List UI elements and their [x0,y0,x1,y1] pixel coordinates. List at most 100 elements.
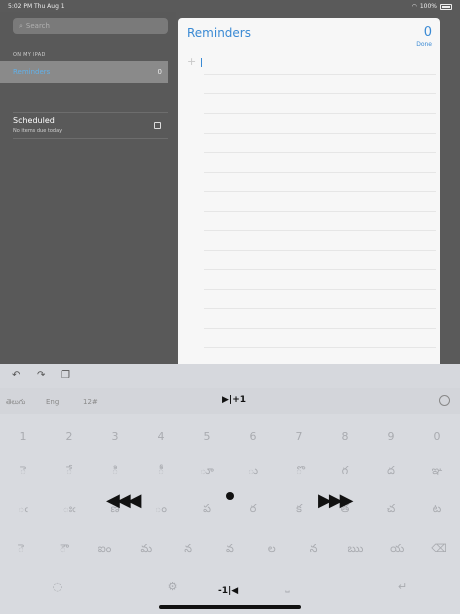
key[interactable]: 1 [7,430,39,443]
lang-telugu[interactable]: తెలుగు [6,398,25,408]
cursor-center-dot[interactable] [226,492,234,500]
reminder-count: 0 [423,25,432,40]
scheduled-subtitle: No items due today [13,128,63,134]
divider [13,112,168,113]
row-rule [204,191,436,192]
sidebar-item-reminders[interactable]: Reminders 0 [0,61,168,83]
key[interactable]: 7 [283,430,315,443]
row-rule [204,289,436,290]
row-rule [204,172,436,173]
backspace-icon[interactable]: ⌫ [423,542,455,558]
key[interactable]: 9 [375,430,407,443]
key[interactable]: ం [145,502,177,518]
key[interactable]: 6 [237,430,269,443]
keyboard-toolbar: ↶ ↷ ❐ [0,364,460,388]
key[interactable]: ె [5,542,37,558]
row-rule [204,328,436,329]
key[interactable]: ొ [283,464,315,480]
wifi-icon: ◠ [411,3,417,10]
redo-icon[interactable]: ↷ [37,370,45,381]
search-input[interactable]: ⌕ Search [13,18,168,34]
key[interactable]: ర [237,502,269,518]
key[interactable]: ల [256,542,288,558]
key[interactable]: ఃఁ [53,502,85,518]
battery-icon [440,3,452,10]
list-count: 0 [157,68,162,76]
row-rule [204,250,436,251]
status-bar: 5:02 PM Thu Aug 1 ◠ 100% [0,0,460,12]
key[interactable]: ు [237,464,269,480]
row-rule [204,152,436,153]
key[interactable]: ద [375,464,407,480]
row-rule [204,74,436,75]
key-row-4: ె ౌ ఐం మ న వ ల న ఋ య ⌫ [0,542,460,558]
cursor-left-arrows[interactable]: ◀◀◀ [106,490,141,511]
key[interactable]: య [381,542,413,558]
undo-icon[interactable]: ↶ [12,370,20,381]
row-rule [204,133,436,134]
row-rule [204,211,436,212]
key-row-numbers: 1 2 3 4 5 6 7 8 9 0 [0,430,460,443]
calendar-icon [154,122,161,129]
key[interactable]: వ [214,542,246,558]
paste-icon[interactable]: ❐ [61,370,70,381]
row-rule [204,113,436,114]
key[interactable]: ఁ [7,502,39,518]
battery-percent: 100% [419,3,437,10]
key[interactable]: ౌ [47,542,79,558]
return-icon[interactable]: ↵ [387,580,419,594]
row-rule [204,347,436,348]
keyboard: ↶ ↷ ❐ తెలుగు Eng 12# 1 2 3 4 5 6 7 8 9 0… [0,364,460,614]
key-row-3: ఁ ఃఁ ణ ం ప ర క త చ ట [0,502,460,518]
key[interactable]: న [298,542,330,558]
key[interactable]: గ [329,464,361,480]
divider [13,138,168,139]
text-caret [201,58,202,67]
emoji-icon[interactable] [439,395,450,406]
section-header: ON MY IPAD [13,52,46,58]
page-title: Reminders [187,26,251,40]
key[interactable]: ఞ [421,464,453,480]
status-time: 5:02 PM [8,3,33,10]
key[interactable]: ఋ [339,542,371,558]
key[interactable]: ప [191,502,223,518]
row-rule [204,308,436,309]
space-key[interactable]: ⎵ [272,580,304,594]
cursor-forward-hint: ▶|+1 [222,395,247,405]
add-reminder-icon[interactable]: + [187,56,196,67]
key[interactable]: న [172,542,204,558]
key[interactable]: ూ [191,464,223,480]
key[interactable]: మ [130,542,162,558]
key[interactable]: ే [53,464,85,480]
status-date: Thu Aug 1 [34,3,65,10]
key[interactable]: ీ [145,464,177,480]
reminders-panel: Reminders 0 Done + [178,18,440,368]
key-row-2: ె ే ి ీ ూ ు ొ గ ద ఞ [0,464,460,480]
key[interactable]: 2 [53,430,85,443]
scheduled-title[interactable]: Scheduled [13,116,55,125]
lang-english[interactable]: Eng [46,398,59,406]
status-right: ◠ 100% [412,3,452,10]
key[interactable]: క [283,502,315,518]
key[interactable]: 5 [191,430,223,443]
key[interactable]: ఐం [89,542,121,558]
key[interactable]: 0 [421,430,453,443]
key[interactable]: 8 [329,430,361,443]
globe-icon[interactable]: ◌ [42,580,74,594]
cursor-back-hint: -1|◀ [218,586,239,596]
done-button[interactable]: Done [416,41,432,48]
lang-numbers[interactable]: 12# [83,398,98,406]
settings-icon[interactable]: ⚙ [157,580,189,594]
key[interactable]: ట [421,502,453,518]
key[interactable]: ి [99,464,131,480]
key[interactable]: ె [7,464,39,480]
home-indicator[interactable] [159,605,301,609]
key[interactable]: 4 [145,430,177,443]
keys-area: 1 2 3 4 5 6 7 8 9 0 ె ే ి ీ ూ ు ొ గ ద ఞ … [0,414,460,614]
sidebar: ⌕ Search ON MY IPAD Reminders 0 Schedule… [0,12,176,364]
row-rule [204,269,436,270]
key[interactable]: చ [375,502,407,518]
cursor-right-arrows[interactable]: ▶▶▶ [318,490,353,511]
search-placeholder: Search [25,22,50,30]
key[interactable]: 3 [99,430,131,443]
